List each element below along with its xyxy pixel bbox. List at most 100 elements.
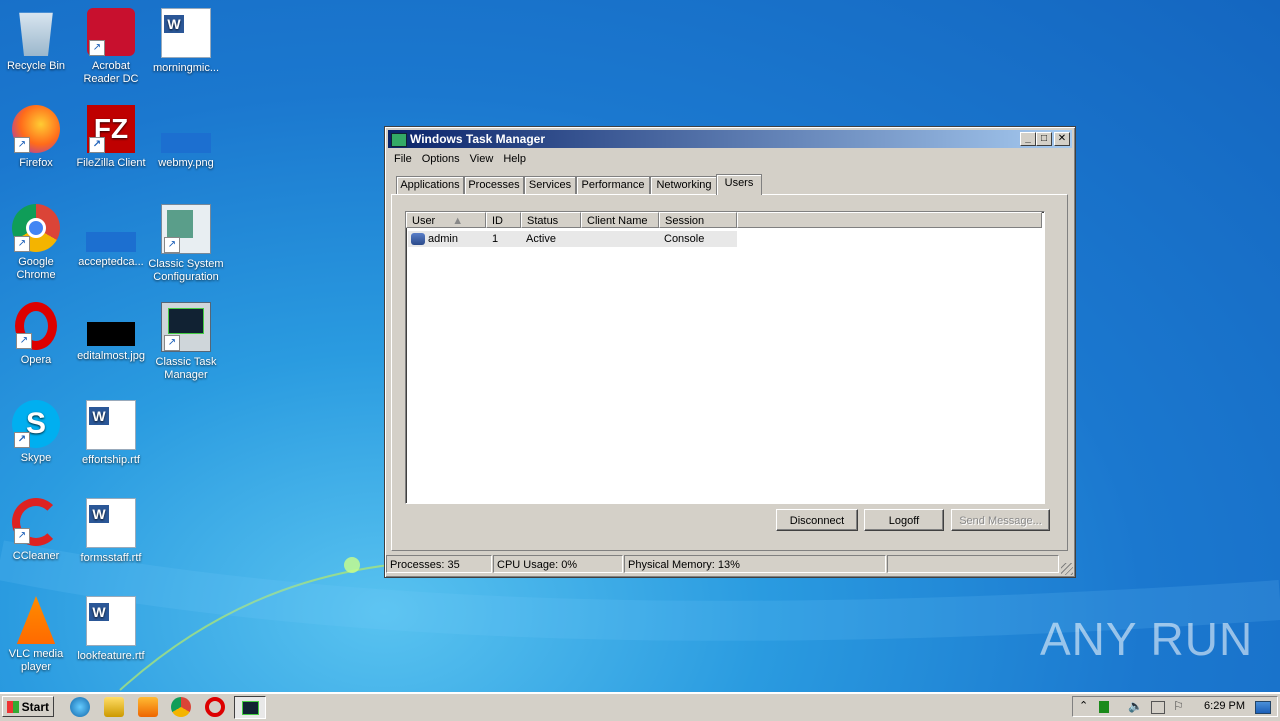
shortcut-arrow-icon: ↗ xyxy=(14,236,30,252)
maximize-button[interactable]: □ xyxy=(1036,132,1052,146)
desktop-icon-webmy[interactable]: webmy.png xyxy=(148,105,224,170)
task-manager-icon xyxy=(391,133,407,147)
shortcut-arrow-icon: ↗ xyxy=(14,137,30,153)
desktop-icon-classic-task-manager[interactable]: ↗ Classic Task Manager xyxy=(148,302,224,382)
cell-id: 1 xyxy=(492,233,499,245)
menu-bar: File Options View Help xyxy=(389,151,531,167)
users-list[interactable]: User ▲ ID Status Client Name Session adm… xyxy=(405,211,1045,504)
column-header-session[interactable]: Session xyxy=(659,212,737,228)
desktop-icon-vlc[interactable]: VLC media player xyxy=(0,596,74,674)
media-player-icon[interactable] xyxy=(138,697,158,717)
chrome-taskbar-icon[interactable] xyxy=(171,697,191,717)
word-document-icon: W xyxy=(86,400,136,450)
chrome-icon: ↗ xyxy=(12,204,60,252)
opera-taskbar-icon[interactable] xyxy=(205,697,225,717)
menu-help[interactable]: Help xyxy=(498,151,531,167)
logoff-button[interactable]: Logoff xyxy=(864,509,944,531)
acrobat-reader-icon: ↗ xyxy=(87,8,135,56)
show-desktop-icon[interactable] xyxy=(1255,701,1271,714)
desktop-icon-ccleaner[interactable]: ↗ CCleaner xyxy=(0,498,74,563)
desktop-icon-morningmic[interactable]: W morningmic... xyxy=(148,8,224,75)
tab-applications[interactable]: Applications xyxy=(396,176,464,194)
menu-options[interactable]: Options xyxy=(417,151,465,167)
cell-status: Active xyxy=(526,233,556,245)
word-document-icon: W xyxy=(86,596,136,646)
tab-processes[interactable]: Processes xyxy=(464,176,524,194)
desktop-icon-opera[interactable]: ↗ Opera xyxy=(0,302,74,367)
sort-ascending-icon: ▲ xyxy=(452,215,464,227)
column-header-user[interactable]: User ▲ xyxy=(406,212,486,228)
resize-grip-icon[interactable] xyxy=(1061,563,1073,575)
desktop-icon-label: Classic System Configuration xyxy=(148,258,224,283)
column-header-client-name[interactable]: Client Name xyxy=(581,212,659,228)
internet-explorer-icon[interactable] xyxy=(70,697,90,717)
shortcut-arrow-icon: ↗ xyxy=(164,237,180,253)
desktop-icon-acceptedca[interactable]: acceptedca... xyxy=(73,204,149,269)
column-header-status[interactable]: Status xyxy=(521,212,581,228)
status-empty xyxy=(887,555,1059,573)
filezilla-icon: FZ ↗ xyxy=(87,105,135,153)
desktop-icon-formsstaff[interactable]: W formsstaff.rtf xyxy=(73,498,149,565)
desktop-icon-recycle-bin[interactable]: Recycle Bin xyxy=(0,8,74,73)
desktop-icon-acrobat[interactable]: ↗ Acrobat Reader DC xyxy=(73,8,149,86)
desktop-icon-label: Opera xyxy=(20,354,52,366)
shortcut-arrow-icon: ↗ xyxy=(14,432,30,448)
desktop-icon-label: Classic Task Manager xyxy=(155,356,217,381)
desktop-icon-chrome[interactable]: ↗ Google Chrome xyxy=(0,204,74,282)
close-button[interactable]: ✕ xyxy=(1054,132,1070,146)
desktop-icon-label: lookfeature.rtf xyxy=(77,650,145,662)
desktop-icon-label: webmy.png xyxy=(158,157,214,169)
desktop-icon-lookfeature[interactable]: W lookfeature.rtf xyxy=(73,596,149,663)
desktop-icon-label: Recycle Bin xyxy=(6,60,66,72)
column-header-id[interactable]: ID xyxy=(486,212,521,228)
desktop-icon-skype[interactable]: S ↗ Skype xyxy=(0,400,74,465)
send-message-button[interactable]: Send Message... xyxy=(951,509,1050,531)
start-button[interactable]: Start xyxy=(2,696,54,717)
cell-user: admin xyxy=(428,233,458,245)
status-physical-memory: Physical Memory: 13% xyxy=(624,555,886,573)
desktop-icon-editalmost[interactable]: editalmost.jpg xyxy=(73,302,149,363)
word-document-icon: W xyxy=(161,8,211,58)
desktop-icon-label: FileZilla Client xyxy=(76,157,146,169)
menu-file[interactable]: File xyxy=(389,151,417,167)
image-file-icon xyxy=(87,322,135,346)
minimize-button[interactable]: _ xyxy=(1020,132,1036,146)
tab-networking[interactable]: Networking xyxy=(650,176,718,194)
network-icon[interactable] xyxy=(1151,701,1165,714)
desktop-icon-classic-system-configuration[interactable]: ↗ Classic System Configuration xyxy=(148,204,224,284)
status-processes: Processes: 35 xyxy=(386,555,492,573)
desktop-icon-label: morningmic... xyxy=(152,62,220,74)
tab-users[interactable]: Users xyxy=(716,174,762,195)
action-center-flag-icon[interactable]: ⚐ xyxy=(1173,699,1184,713)
user-icon xyxy=(411,233,425,245)
desktop-icon-firefox[interactable]: ↗ Firefox xyxy=(0,105,74,170)
desktop-icon-filezilla[interactable]: FZ ↗ FileZilla Client xyxy=(73,105,149,170)
task-manager-window: Windows Task Manager _ □ ✕ File Options Vi… xyxy=(384,126,1076,578)
desktop-icon-effortship[interactable]: W effortship.rtf xyxy=(73,400,149,467)
tab-services[interactable]: Services xyxy=(524,176,576,194)
window-title: Windows Task Manager xyxy=(410,132,546,146)
desktop-icon-label: effortship.rtf xyxy=(82,454,140,466)
desktop-icon-label: Google Chrome xyxy=(16,256,56,281)
shortcut-arrow-icon: ↗ xyxy=(14,528,30,544)
disconnect-button[interactable]: Disconnect xyxy=(776,509,858,531)
table-row[interactable]: admin 1 Active Console xyxy=(408,231,737,247)
watermark: ANY RUN xyxy=(1040,613,1254,665)
file-explorer-icon[interactable] xyxy=(104,697,124,717)
task-manager-taskbar-button[interactable] xyxy=(234,696,266,719)
network-status-icon[interactable] xyxy=(1099,701,1109,713)
clock[interactable]: 6:29 PM xyxy=(1204,697,1245,716)
show-hidden-icons-icon[interactable]: ⌃ xyxy=(1079,699,1088,712)
system-configuration-icon: ↗ xyxy=(161,204,211,254)
column-header-filler xyxy=(737,212,1042,228)
desktop-icon-label: editalmost.jpg xyxy=(77,350,145,362)
windows-logo-icon xyxy=(7,701,19,713)
cell-session: Console xyxy=(664,233,705,245)
shortcut-arrow-icon: ↗ xyxy=(89,40,105,56)
volume-icon[interactable]: 🔈 xyxy=(1128,699,1143,713)
taskbar: Start ⌃ 🔈 ⚐ 6:29 PM xyxy=(0,692,1280,721)
tab-performance[interactable]: Performance xyxy=(576,176,650,194)
task-manager-icon: ↗ xyxy=(161,302,211,352)
window-titlebar[interactable]: Windows Task Manager _ □ ✕ xyxy=(388,130,1072,148)
menu-view[interactable]: View xyxy=(465,151,499,167)
